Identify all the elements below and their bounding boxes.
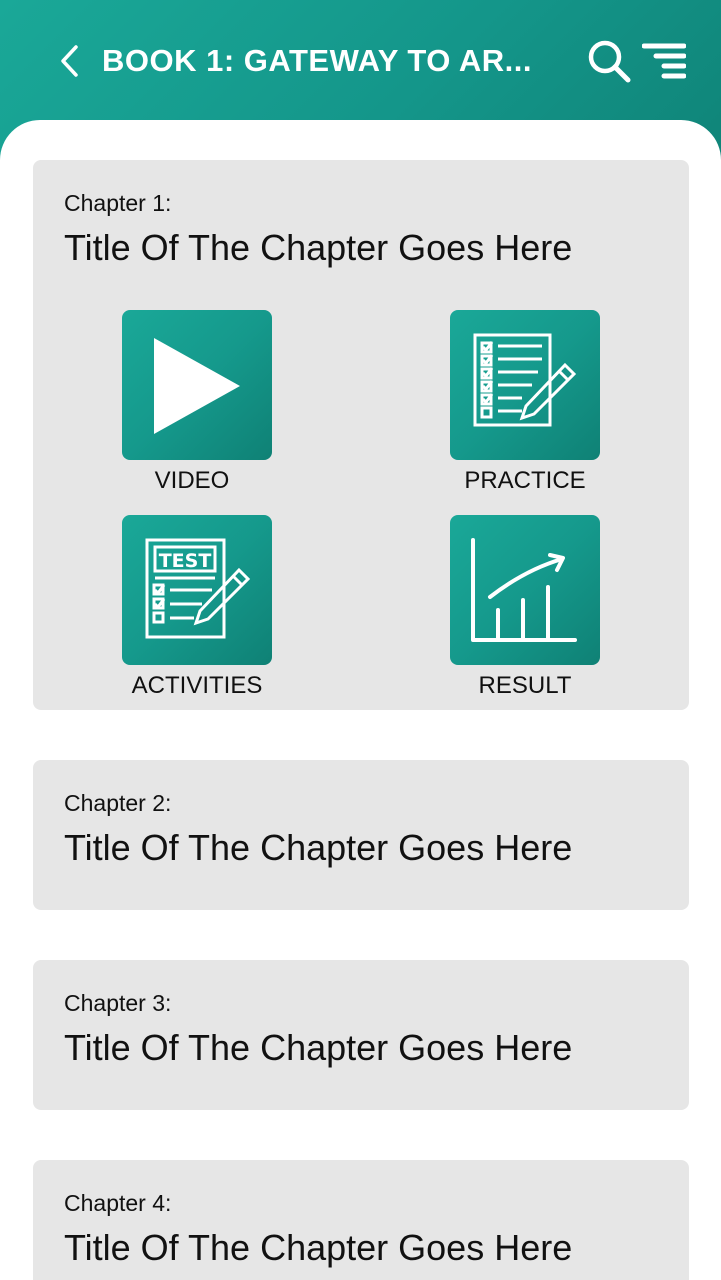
chapter-card-4[interactable]: Chapter 4: Title Of The Chapter Goes Her… — [33, 1160, 689, 1280]
play-icon — [154, 338, 240, 434]
test-pencil-icon: TEST — [145, 538, 251, 639]
chapter-label: Chapter 1: — [64, 190, 172, 216]
menu-icon — [642, 43, 686, 79]
activities-label: ACTIVITIES — [131, 672, 263, 699]
search-button[interactable] — [584, 36, 634, 86]
svg-text:TEST: TEST — [159, 550, 212, 572]
chapter-card-1[interactable]: Chapter 1: Title Of The Chapter Goes Her… — [33, 160, 689, 710]
chapter-label: Chapter 2: — [64, 790, 172, 816]
chapter-title: Title Of The Chapter Goes Here — [64, 227, 573, 268]
practice-label: PRACTICE — [464, 467, 586, 494]
chapter-title: Title Of The Chapter Goes Here — [64, 1227, 573, 1268]
activities-button[interactable]: TEST — [122, 515, 272, 665]
page-title: BOOK 1: GATEWAY TO AR... — [102, 43, 532, 78]
result-button[interactable] — [450, 515, 600, 665]
chapter-card-3[interactable]: Chapter 3: Title Of The Chapter Goes Her… — [33, 960, 689, 1110]
chapter-label: Chapter 3: — [64, 990, 172, 1016]
result-label: RESULT — [478, 672, 572, 699]
growth-chart-icon — [471, 538, 577, 642]
search-icon — [588, 40, 631, 83]
chapter-list: Chapter 1: Title Of The Chapter Goes Her… — [0, 120, 721, 1280]
video-button[interactable] — [122, 310, 272, 460]
video-label: VIDEO — [154, 467, 230, 494]
menu-button[interactable] — [640, 38, 688, 84]
chapter-label: Chapter 4: — [64, 1190, 172, 1216]
chapter-card-2[interactable]: Chapter 2: Title Of The Chapter Goes Her… — [33, 760, 689, 910]
chapter-title: Title Of The Chapter Goes Here — [64, 827, 573, 868]
practice-button[interactable] — [450, 310, 600, 460]
checklist-pencil-icon — [473, 333, 577, 427]
chevron-left-icon — [61, 45, 78, 77]
chapter-title: Title Of The Chapter Goes Here — [64, 1027, 573, 1068]
back-button[interactable] — [52, 40, 86, 82]
